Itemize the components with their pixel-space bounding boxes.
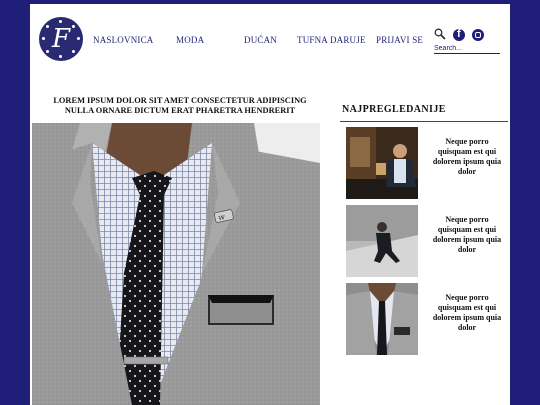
- sidebar-item-2[interactable]: Neque porro quisquam est qui dolorem ips…: [346, 205, 506, 277]
- article-title-line-2: NULLA ORNARE DICTUM ERAT PHARETRA HENDRE…: [64, 106, 296, 115]
- article-hero-image[interactable]: w: [32, 123, 320, 405]
- nav-item-ducan[interactable]: DUĆAN: [244, 35, 277, 45]
- instagram-icon[interactable]: [472, 29, 484, 41]
- sidebar-item-1[interactable]: Neque porro quisquam est qui dolorem ips…: [346, 127, 506, 199]
- facebook-icon[interactable]: f: [453, 28, 465, 41]
- sidebar-thumbnail-1[interactable]: [346, 127, 418, 199]
- article-title-line-1: LOREM IPSUM DOLOR SIT AMET CONSECTETUR A…: [53, 96, 307, 105]
- sidebar-item-text-3: Neque porro quisquam est qui dolorem ips…: [432, 293, 502, 332]
- header-tools: f: [434, 28, 500, 56]
- nav-item-tufna-daruje[interactable]: TUFNA DARUJE: [297, 35, 366, 45]
- article-title[interactable]: LOREM IPSUM DOLOR SIT AMET CONSECTETUR A…: [36, 96, 324, 116]
- sidebar-divider: [340, 121, 508, 122]
- sidebar-thumbnail-2[interactable]: [346, 205, 418, 277]
- sidebar-thumbnail-3[interactable]: [346, 283, 418, 355]
- nav-item-prijavi-se[interactable]: PRIJAVI SE: [376, 35, 423, 45]
- brand-logo[interactable]: F: [39, 17, 83, 61]
- logo-letter: F: [51, 24, 71, 54]
- nav-item-moda[interactable]: MODA: [176, 35, 204, 45]
- search-icon[interactable]: [434, 28, 446, 40]
- sidebar-item-text-1: Neque porro quisquam est qui dolorem ips…: [432, 137, 502, 176]
- sidebar-title: NAJPREGLEDANIJE: [342, 104, 446, 115]
- sidebar-item-text-2: Neque porro quisquam est qui dolorem ips…: [432, 215, 502, 254]
- sidebar-item-3[interactable]: Neque porro quisquam est qui dolorem ips…: [346, 283, 506, 355]
- nav-item-naslovnica[interactable]: NASLOVNICA: [93, 35, 154, 45]
- page-container: F NASLOVNICA MODA DUĆAN TUFNA DARUJE PRI…: [30, 4, 510, 405]
- search-input[interactable]: [434, 43, 500, 54]
